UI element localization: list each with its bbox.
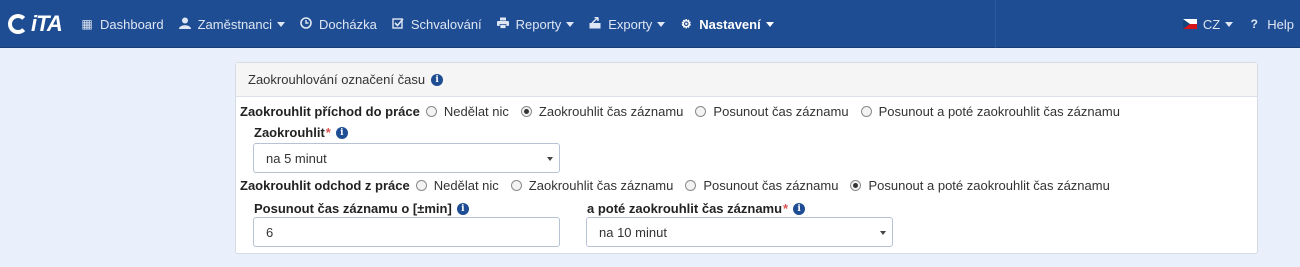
panel-heading: Zaokrouhlování označení času i bbox=[236, 63, 1257, 97]
user-icon bbox=[178, 17, 192, 32]
info-icon[interactable]: i bbox=[335, 126, 348, 139]
radio-icon[interactable] bbox=[860, 106, 872, 117]
panel-title: Zaokrouhlování označení času bbox=[248, 72, 426, 87]
chevron-down-icon bbox=[566, 21, 575, 27]
label-text: a poté zaokrouhlit čas záznamu bbox=[587, 201, 783, 216]
language-label: CZ bbox=[1202, 16, 1221, 32]
nav-nastaveni[interactable]: ⚙ Nastavení bbox=[679, 0, 774, 48]
radio-label: Nedělat nic bbox=[443, 104, 509, 119]
departure-radio-group: Zaokrouhlit odchod z práce Nedělat nic Z… bbox=[240, 178, 1122, 193]
nav-exporty[interactable]: Exporty bbox=[588, 0, 666, 48]
nav-zamestnanci[interactable]: Zaměstnanci bbox=[178, 0, 286, 48]
chevron-down-icon bbox=[1225, 21, 1234, 27]
nav-dashboard-label: Dashboard bbox=[100, 16, 164, 32]
radio-checked-icon[interactable] bbox=[520, 106, 532, 117]
grid-icon: ▦ bbox=[81, 17, 93, 31]
radio-icon[interactable] bbox=[685, 180, 697, 191]
select-value: na 10 minut bbox=[599, 224, 667, 240]
departure-option-shift-round[interactable]: Posunout a poté zaokrouhlit čas záznamu bbox=[850, 178, 1110, 193]
main-nav: ▦ Dashboard Zaměstnanci Docházka Schvalo… bbox=[80, 0, 788, 48]
departure-label: Zaokrouhlit odchod z práce bbox=[240, 178, 410, 193]
rounding-panel: Zaokrouhlování označení času i Zaokrouhl… bbox=[235, 62, 1258, 254]
nav-nastaveni-label: Nastavení bbox=[699, 16, 761, 32]
info-icon[interactable]: i bbox=[456, 202, 469, 215]
czech-flag-icon bbox=[1182, 19, 1197, 29]
arrival-option-round[interactable]: Zaokrouhlit čas záznamu bbox=[520, 104, 684, 119]
help-link[interactable]: ? Help bbox=[1247, 0, 1294, 48]
departure-shift-label: Posunout čas záznamu o [±min] i bbox=[254, 201, 469, 216]
input-value: 6 bbox=[266, 224, 274, 240]
chevron-down-icon bbox=[657, 21, 666, 27]
top-navbar: iTA ▦ Dashboard Zaměstnanci Docházka Sch… bbox=[0, 0, 1300, 48]
radio-icon[interactable] bbox=[425, 106, 437, 117]
nav-zamestnanci-label: Zaměstnanci bbox=[197, 16, 273, 32]
departure-round-label: a poté zaokrouhlit čas záznamu * i bbox=[587, 201, 806, 216]
dropdown-arrow-icon bbox=[547, 157, 553, 161]
question-icon: ? bbox=[1250, 17, 1258, 31]
departure-option-shift[interactable]: Posunout čas záznamu bbox=[685, 178, 838, 193]
label-text: Zaokrouhlit bbox=[254, 125, 325, 140]
radio-label: Posunout čas záznamu bbox=[703, 178, 839, 193]
chevron-down-icon bbox=[277, 21, 286, 27]
radio-label: Nedělat nic bbox=[433, 178, 499, 193]
radio-label: Zaokrouhlit čas záznamu bbox=[538, 104, 684, 119]
radio-label: Posunout a poté zaokrouhlit čas záznamu bbox=[868, 178, 1110, 193]
arrival-radio-group: Zaokrouhlit příchod do práce Nedělat nic… bbox=[240, 104, 1132, 119]
nav-dochazka[interactable]: Docházka bbox=[299, 0, 377, 48]
required-marker: * bbox=[325, 125, 331, 140]
departure-option-round[interactable]: Zaokrouhlit čas záznamu bbox=[510, 178, 674, 193]
radio-label: Posunout čas záznamu bbox=[713, 104, 849, 119]
clock-icon bbox=[299, 16, 313, 32]
info-icon[interactable]: i bbox=[793, 202, 806, 215]
info-icon[interactable]: i bbox=[431, 73, 444, 86]
arrival-label: Zaokrouhlit příchod do práce bbox=[240, 104, 420, 119]
arrival-round-label: Zaokrouhlit * i bbox=[254, 125, 348, 140]
nav-reporty[interactable]: Reporty bbox=[496, 0, 575, 48]
nav-exporty-label: Exporty bbox=[608, 16, 653, 32]
dropdown-arrow-icon bbox=[880, 231, 886, 235]
nav-dochazka-label: Docházka bbox=[319, 16, 377, 32]
nav-divider bbox=[995, 0, 996, 48]
nav-reporty-label: Reporty bbox=[515, 16, 562, 32]
chevron-down-icon bbox=[765, 21, 774, 27]
required-marker: * bbox=[783, 201, 789, 216]
departure-option-nothing[interactable]: Nedělat nic bbox=[415, 178, 499, 193]
nav-right: CZ ? Help bbox=[1182, 0, 1294, 48]
departure-shift-input[interactable]: 6 bbox=[253, 217, 560, 247]
arrival-option-shift-round[interactable]: Posunout a poté zaokrouhlit čas záznamu bbox=[860, 104, 1120, 119]
radio-label: Posunout a poté zaokrouhlit čas záznamu bbox=[878, 104, 1120, 119]
app-logo[interactable]: iTA bbox=[8, 11, 63, 36]
nav-dashboard[interactable]: ▦ Dashboard bbox=[80, 0, 164, 48]
logo-ring-icon bbox=[8, 14, 28, 34]
radio-checked-icon[interactable] bbox=[850, 180, 862, 191]
arrival-option-nothing[interactable]: Nedělat nic bbox=[425, 104, 509, 119]
gear-icon: ⚙ bbox=[680, 17, 692, 31]
label-text: Posunout čas záznamu o [±min] bbox=[254, 201, 452, 216]
language-switcher[interactable]: CZ bbox=[1182, 0, 1234, 48]
radio-icon[interactable] bbox=[415, 180, 427, 191]
radio-icon[interactable] bbox=[695, 106, 707, 117]
check-square-icon bbox=[391, 17, 405, 32]
logo-text: iTA bbox=[31, 11, 63, 36]
help-label: Help bbox=[1267, 16, 1294, 32]
radio-icon[interactable] bbox=[510, 180, 522, 191]
select-value: na 5 minut bbox=[266, 150, 327, 166]
radio-label: Zaokrouhlit čas záznamu bbox=[528, 178, 674, 193]
arrival-option-shift[interactable]: Posunout čas záznamu bbox=[695, 104, 849, 119]
nav-schvalovani[interactable]: Schvalování bbox=[391, 0, 482, 48]
export-icon bbox=[588, 16, 602, 32]
departure-round-select[interactable]: na 10 minut bbox=[586, 217, 893, 247]
nav-schvalovani-label: Schvalování bbox=[410, 16, 482, 32]
print-icon bbox=[496, 17, 510, 32]
arrival-round-select[interactable]: na 5 minut bbox=[253, 143, 560, 173]
